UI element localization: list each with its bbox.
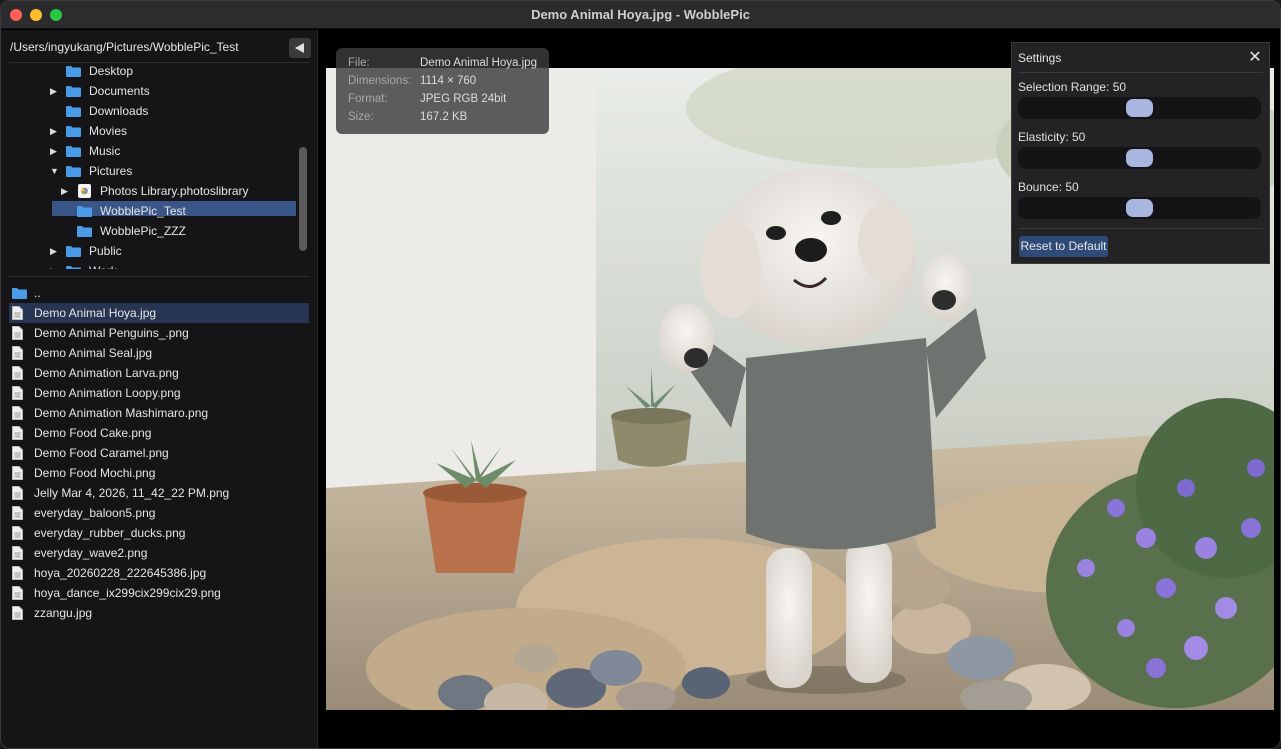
bounce-thumb[interactable] bbox=[1126, 199, 1153, 217]
selection-range-thumb[interactable] bbox=[1126, 99, 1153, 117]
folder-icon bbox=[66, 246, 81, 257]
bounce-slider[interactable] bbox=[1018, 197, 1261, 219]
elasticity-slider[interactable] bbox=[1018, 147, 1261, 169]
folder-icon bbox=[77, 226, 92, 237]
list-item[interactable]: hoya_dance_ix299cix299cix29.png bbox=[9, 583, 309, 603]
tree-item-music[interactable]: ▶ Music bbox=[50, 141, 290, 161]
info-size-label: Size: bbox=[348, 111, 374, 123]
expand-arrow-icon[interactable]: ▶ bbox=[50, 141, 60, 161]
reset-to-default-button[interactable]: Reset to Default bbox=[1019, 236, 1108, 257]
selection-range-slider[interactable] bbox=[1018, 97, 1261, 119]
info-format-value: JPEG RGB 24bit bbox=[420, 93, 507, 105]
image-viewer[interactable]: File: Demo Animal Hoya.jpg Dimensions: 1… bbox=[319, 30, 1280, 748]
info-dimensions-label: Dimensions: bbox=[348, 75, 412, 87]
close-icon[interactable]: ✕ bbox=[1245, 48, 1265, 68]
document-icon bbox=[12, 366, 23, 380]
document-icon bbox=[12, 466, 23, 480]
tree-item-work[interactable]: ▶ Work bbox=[50, 261, 290, 269]
document-icon bbox=[12, 546, 23, 560]
tree-item-wobblepic-zzz[interactable]: WobblePic_ZZZ bbox=[61, 221, 296, 241]
folder-icon bbox=[66, 86, 81, 97]
folder-icon bbox=[77, 206, 92, 217]
bounce-label: Bounce: 50 bbox=[1018, 180, 1079, 194]
expand-arrow-icon[interactable]: ▶ bbox=[50, 81, 60, 101]
folder-icon bbox=[66, 66, 81, 77]
tree-scrollbar[interactable] bbox=[299, 147, 307, 251]
info-file-value: Demo Animal Hoya.jpg bbox=[420, 57, 537, 69]
image-info-overlay: File: Demo Animal Hoya.jpg Dimensions: 1… bbox=[336, 48, 549, 134]
tree-item-pictures[interactable]: ▼ Pictures bbox=[50, 161, 290, 181]
list-item[interactable]: Demo Animation Mashimaro.png bbox=[9, 403, 309, 423]
path-bar: /Users/ingyukang/Pictures/WobblePic_Test bbox=[9, 38, 311, 60]
list-item[interactable]: Demo Animal Hoya.jpg bbox=[9, 303, 309, 323]
document-icon bbox=[12, 506, 23, 520]
list-item-parent[interactable]: .. bbox=[9, 283, 309, 303]
app-window: Demo Animal Hoya.jpg - WobblePic /Users/… bbox=[0, 0, 1281, 749]
expand-arrow-icon[interactable]: ▶ bbox=[50, 241, 60, 261]
document-icon bbox=[12, 486, 23, 500]
elasticity-label: Elasticity: 50 bbox=[1018, 130, 1086, 144]
tree-item-public[interactable]: ▶ Public bbox=[50, 241, 290, 261]
info-file-label: File: bbox=[348, 57, 370, 69]
settings-title: Settings bbox=[1018, 51, 1062, 65]
sidebar: /Users/ingyukang/Pictures/WobblePic_Test… bbox=[1, 30, 318, 748]
list-item[interactable]: Demo Food Caramel.png bbox=[9, 443, 309, 463]
list-item[interactable]: Demo Animal Penguins_.png bbox=[9, 323, 309, 343]
document-icon bbox=[12, 346, 23, 360]
folder-tree[interactable]: Desktop ▶ Documents Downloads ▶ Movies ▶… bbox=[1, 63, 301, 269]
document-icon bbox=[12, 326, 23, 340]
folder-icon bbox=[66, 126, 81, 137]
document-icon bbox=[12, 586, 23, 600]
document-icon bbox=[12, 306, 23, 320]
back-button[interactable] bbox=[289, 38, 311, 58]
info-size-value: 167.2 KB bbox=[420, 111, 468, 123]
list-item[interactable]: Demo Animation Loopy.png bbox=[9, 383, 309, 403]
divider bbox=[1018, 228, 1263, 229]
document-icon bbox=[12, 406, 23, 420]
tree-item-downloads[interactable]: Downloads bbox=[50, 101, 290, 121]
divider bbox=[1018, 72, 1263, 73]
list-item[interactable]: everyday_rubber_ducks.png bbox=[9, 523, 309, 543]
photos-library-icon bbox=[78, 184, 91, 198]
title-bar[interactable]: Demo Animal Hoya.jpg - WobblePic bbox=[1, 1, 1280, 29]
document-icon bbox=[12, 446, 23, 460]
current-path: /Users/ingyukang/Pictures/WobblePic_Test bbox=[10, 40, 239, 54]
elasticity-thumb[interactable] bbox=[1126, 149, 1153, 167]
tree-item-movies[interactable]: ▶ Movies bbox=[50, 121, 290, 141]
list-item[interactable]: Demo Food Cake.png bbox=[9, 423, 309, 443]
selection-range-label: Selection Range: 50 bbox=[1018, 80, 1127, 94]
tree-item-desktop[interactable]: Desktop bbox=[50, 63, 290, 81]
tree-item-wobblepic-test[interactable]: WobblePic_Test bbox=[61, 201, 296, 221]
document-icon bbox=[12, 426, 23, 440]
folder-icon bbox=[66, 146, 81, 157]
document-icon bbox=[12, 386, 23, 400]
tree-item-photos-library[interactable]: ▶ Photos Library.photoslibrary bbox=[61, 181, 296, 201]
list-item[interactable]: everyday_wave2.png bbox=[9, 543, 309, 563]
list-item[interactable]: Jelly Mar 4, 2026, 11_42_22 PM.png bbox=[9, 483, 309, 503]
document-icon bbox=[12, 606, 23, 620]
expand-arrow-icon[interactable]: ▶ bbox=[61, 181, 71, 201]
settings-panel: Settings ✕ Selection Range: 50 Elasticit… bbox=[1011, 42, 1270, 264]
expand-arrow-icon[interactable]: ▶ bbox=[50, 121, 60, 141]
window-title: Demo Animal Hoya.jpg - WobblePic bbox=[531, 7, 750, 22]
list-item[interactable]: hoya_20260228_222645386.jpg bbox=[9, 563, 309, 583]
expand-arrow-icon[interactable]: ▶ bbox=[50, 261, 60, 269]
info-dimensions-value: 1114 × 760 bbox=[420, 75, 477, 87]
folder-icon bbox=[66, 266, 81, 269]
collapse-arrow-icon[interactable]: ▼ bbox=[50, 161, 60, 181]
list-item[interactable]: Demo Animation Larva.png bbox=[9, 363, 309, 383]
document-icon bbox=[12, 566, 23, 580]
list-item[interactable]: zzangu.jpg bbox=[9, 603, 309, 623]
tree-item-documents[interactable]: ▶ Documents bbox=[50, 81, 290, 101]
folder-icon bbox=[66, 166, 81, 177]
info-format-label: Format: bbox=[348, 93, 388, 105]
document-icon bbox=[12, 526, 23, 540]
folder-icon bbox=[66, 106, 81, 117]
divider bbox=[9, 276, 309, 277]
list-item[interactable]: everyday_baloon5.png bbox=[9, 503, 309, 523]
triangle-left-icon bbox=[295, 43, 304, 53]
folder-icon bbox=[12, 288, 27, 299]
list-item[interactable]: Demo Food Mochi.png bbox=[9, 463, 309, 483]
list-item[interactable]: Demo Animal Seal.jpg bbox=[9, 343, 309, 363]
